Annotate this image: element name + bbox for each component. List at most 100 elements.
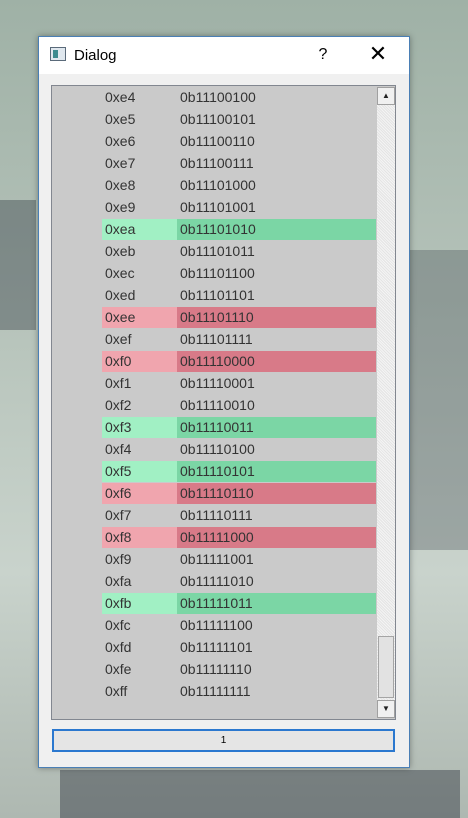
binary-value-cell: 0b11111101 [180,639,253,655]
list-row[interactable]: 0xe9 0b11101001 [102,197,376,218]
vertical-scrollbar[interactable]: ▲ ▼ [377,87,395,718]
binary-value-cell: 0b11111111 [180,683,251,699]
app-window-icon [50,47,66,61]
hex-value-cell: 0xfa [105,573,132,589]
hex-value-cell: 0xe7 [105,155,136,171]
binary-value-cell: 0b11110011 [177,417,376,438]
scroll-up-button[interactable]: ▲ [377,87,395,105]
scroll-up-arrow-icon: ▲ [382,91,390,100]
list-row[interactable]: 0xe7 0b11100111 [102,153,376,174]
binary-value-cell: 0b11111110 [180,661,252,677]
list-row[interactable]: 0xf2 0b11110010 [102,395,376,416]
action-button[interactable]: 1 [52,729,395,752]
list-row[interactable]: 0xf7 0b11110111 [102,505,376,526]
close-button[interactable]: ✕ [355,37,401,74]
list-row[interactable]: 0xf5 0b11110101 [102,461,376,482]
hex-value-cell: 0xee [102,307,177,328]
list-row[interactable]: 0xec 0b11101100 [102,263,376,284]
binary-value-cell: 0b11110001 [180,375,255,391]
binary-value-cell: 0b11101010 [177,219,376,240]
hex-value-cell: 0xe8 [105,177,136,193]
hex-value-cell: 0xe5 [105,111,136,127]
hex-value-cell: 0xf2 [105,397,132,413]
binary-value-cell: 0b11110100 [180,441,255,457]
list-row[interactable]: 0xf8 0b11111000 [102,527,376,548]
binary-value-cell: 0b11101100 [180,265,255,281]
hex-value-cell: 0xeb [105,243,136,259]
hex-value-cell: 0xf5 [102,461,177,482]
window-title: Dialog [74,47,117,64]
list-row[interactable]: 0xeb 0b11101011 [102,241,376,262]
binary-value-cell: 0b11110010 [180,397,255,413]
wallpaper-sketch [410,250,468,550]
list-row[interactable]: 0xe6 0b11100110 [102,131,376,152]
title-bar[interactable]: Dialog ? ✕ [39,37,409,74]
binary-value-cell: 0b11101111 [180,331,253,347]
binary-value-cell: 0b11100100 [180,89,256,105]
hex-value-cell: 0xff [105,683,128,699]
list-row[interactable]: 0xfd 0b11111101 [102,637,376,658]
hex-value-cell: 0xed [105,287,136,303]
binary-value-cell: 0b11101000 [180,177,256,193]
hex-value-cell: 0xfb [102,593,177,614]
scroll-down-button[interactable]: ▼ [377,700,395,718]
binary-value-cell: 0b11101101 [180,287,255,303]
hex-value-cell: 0xec [105,265,135,281]
list-row[interactable]: 0xf1 0b11110001 [102,373,376,394]
hex-value-cell: 0xf8 [102,527,177,548]
scrollbar-thumb[interactable] [378,636,394,698]
hex-value-cell: 0xf0 [102,351,177,372]
hex-value-cell: 0xf9 [105,551,132,567]
hex-value-cell: 0xfd [105,639,132,655]
list-row[interactable]: 0xf6 0b11110110 [102,483,376,504]
list-row[interactable]: 0xf9 0b11111001 [102,549,376,570]
binary-value-cell: 0b11110000 [177,351,376,372]
list-row[interactable]: 0xff 0b11111111 [102,681,376,702]
hex-value-cell: 0xf7 [105,507,132,523]
list-row[interactable]: 0xfa 0b11111010 [102,571,376,592]
binary-value-cell: 0b11100110 [180,133,255,149]
list-row[interactable]: 0xef 0b11101111 [102,329,376,350]
binary-value-cell: 0b11101110 [177,307,376,328]
binary-value-cell: 0b11101011 [180,243,255,259]
help-button[interactable]: ? [301,37,345,74]
hex-value-cell: 0xe9 [105,199,136,215]
list-row[interactable]: 0xf3 0b11110011 [102,417,376,438]
binary-value-cell: 0b11111100 [180,617,253,633]
scroll-down-arrow-icon: ▼ [382,704,390,713]
list-row[interactable]: 0xfe 0b11111110 [102,659,376,680]
hex-value-cell: 0xf4 [105,441,132,457]
list-row[interactable]: 0xf0 0b11110000 [102,351,376,372]
list-row[interactable]: 0xe8 0b11101000 [102,175,376,196]
hex-value-cell: 0xf1 [105,375,132,391]
hex-value-cell: 0xf3 [102,417,177,438]
binary-value-cell: 0b11110101 [177,461,376,482]
binary-value-cell: 0b11111011 [177,593,376,614]
list-row[interactable]: 0xfb 0b11111011 [102,593,376,614]
binary-value-cell: 0b11100111 [180,155,254,171]
list-row[interactable]: 0xee 0b11101110 [102,307,376,328]
binary-value-cell: 0b11111010 [180,573,254,589]
close-icon: ✕ [368,41,388,66]
hex-value-cell: 0xfc [105,617,131,633]
binary-value-cell: 0b11110110 [177,483,376,504]
binary-value-cell: 0b11100101 [180,111,256,127]
wallpaper-sketch [0,200,36,330]
value-list[interactable]: 0xe4 0b11100100 0xe5 0b11100101 0xe6 0b111001… [51,85,396,720]
hex-value-cell: 0xe4 [105,89,136,105]
binary-value-cell: 0b11110111 [180,507,253,523]
list-row[interactable]: 0xe4 0b11100100 [102,87,376,108]
list-row[interactable]: 0xe5 0b11100101 [102,109,376,130]
binary-value-cell: 0b11101001 [180,199,256,215]
binary-value-cell: 0b11111001 [180,551,254,567]
hex-value-cell: 0xe6 [105,133,136,149]
wallpaper-sketch [60,770,460,818]
hex-value-cell: 0xf6 [102,483,177,504]
hex-value-cell: 0xfe [105,661,132,677]
list-row[interactable]: 0xf4 0b11110100 [102,439,376,460]
list-row[interactable]: 0xed 0b11101101 [102,285,376,306]
list-row[interactable]: 0xfc 0b11111100 [102,615,376,636]
list-row[interactable]: 0xea 0b11101010 [102,219,376,240]
hex-value-cell: 0xea [102,219,177,240]
hex-value-cell: 0xef [105,331,132,347]
